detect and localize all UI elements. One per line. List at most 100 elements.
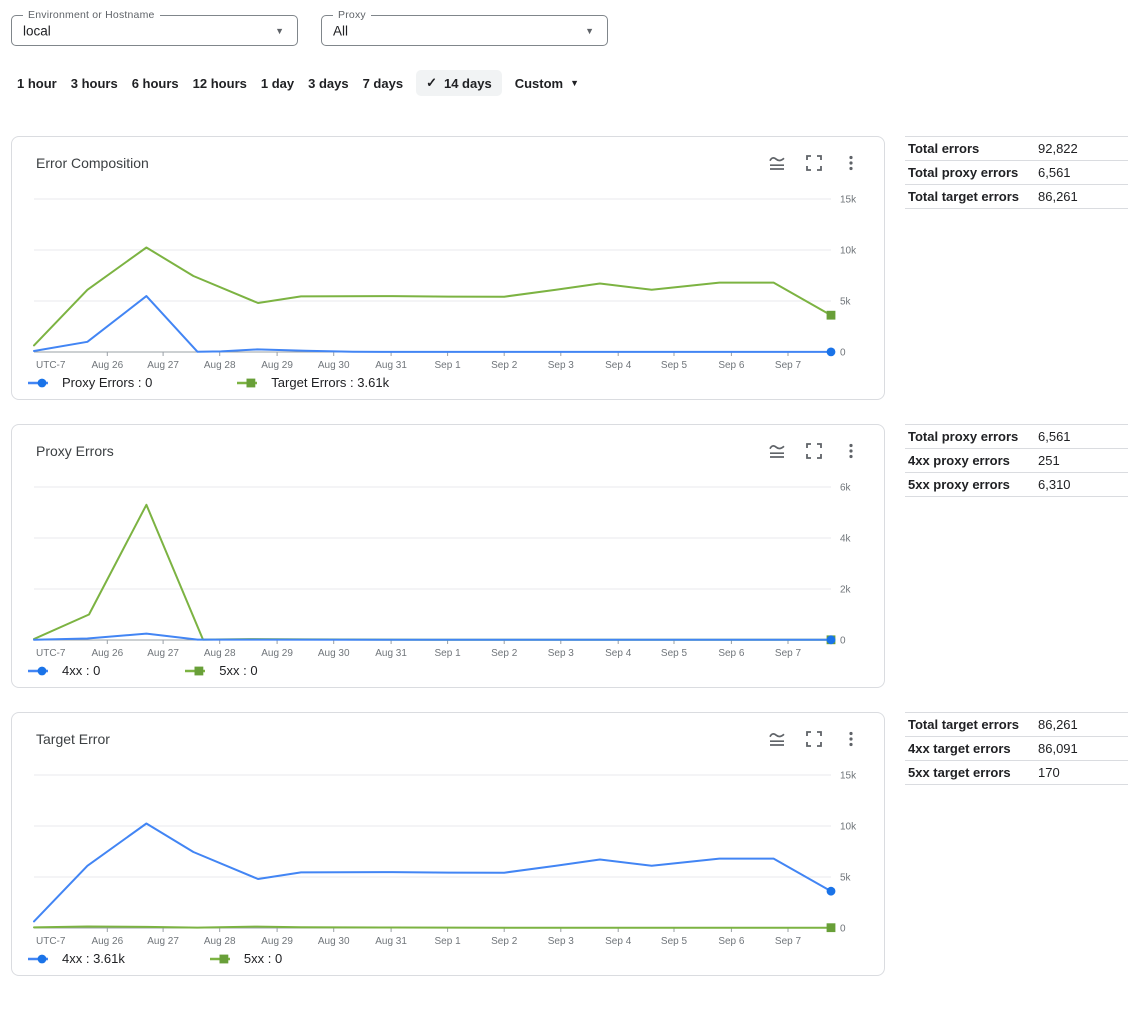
stat-value: 251 bbox=[1038, 453, 1060, 468]
stat-value: 86,261 bbox=[1038, 189, 1078, 204]
chart-title: Error Composition bbox=[36, 155, 149, 171]
target-errors-table: Total target errors86,2614xx target erro… bbox=[905, 712, 1128, 785]
svg-text:Aug 27: Aug 27 bbox=[147, 360, 179, 371]
time-option-3-hours[interactable]: 3 hours bbox=[64, 71, 125, 96]
time-option-6-hours[interactable]: 6 hours bbox=[125, 71, 186, 96]
dropdown-arrow-icon: ▼ bbox=[275, 25, 284, 35]
svg-text:Aug 27: Aug 27 bbox=[147, 936, 179, 947]
svg-text:Aug 31: Aug 31 bbox=[375, 936, 407, 947]
stat-label: Total errors bbox=[908, 141, 1038, 156]
svg-text:Sep 3: Sep 3 bbox=[548, 936, 575, 947]
svg-text:Aug 28: Aug 28 bbox=[204, 936, 236, 947]
stat-label: 5xx target errors bbox=[908, 765, 1038, 780]
svg-text:Aug 29: Aug 29 bbox=[261, 648, 293, 659]
stats-column: Total errors92,822Total proxy errors6,56… bbox=[905, 136, 1128, 1000]
fullscreen-icon[interactable] bbox=[805, 154, 823, 172]
circle-series-marker-icon bbox=[28, 665, 49, 677]
stat-row: Total proxy errors6,561 bbox=[905, 160, 1128, 184]
stat-value: 6,561 bbox=[1038, 165, 1071, 180]
environment-select[interactable]: Environment or Hostname local ▼ bbox=[11, 15, 298, 46]
time-option-label: 14 days bbox=[444, 76, 492, 91]
svg-text:4k: 4k bbox=[840, 534, 852, 545]
svg-text:Sep 4: Sep 4 bbox=[605, 936, 632, 947]
stat-row: Total target errors86,261 bbox=[905, 712, 1128, 736]
time-option-3-days[interactable]: 3 days bbox=[301, 71, 355, 96]
chart-title: Proxy Errors bbox=[36, 443, 114, 459]
legend-item: Proxy Errors : 0 bbox=[28, 375, 152, 390]
legend-label: 4xx : 3.61k bbox=[62, 951, 125, 966]
chart-style-icon[interactable] bbox=[768, 154, 786, 172]
svg-text:Sep 1: Sep 1 bbox=[435, 360, 462, 371]
proxy-errors-stats-block: Total proxy errors6,5614xx proxy errors2… bbox=[905, 424, 1128, 712]
proxy-errors-card: Proxy Errors 02k4k6kAug 26Aug 27Aug 28Au… bbox=[11, 424, 885, 688]
chart-style-icon[interactable] bbox=[768, 442, 786, 460]
stat-label: Total proxy errors bbox=[908, 429, 1038, 444]
error-dashboard-page: Environment or Hostname local ▼ Proxy Al… bbox=[0, 0, 1128, 1010]
legend-label: Target Errors : 3.61k bbox=[271, 375, 389, 390]
svg-text:UTC-7: UTC-7 bbox=[36, 648, 66, 659]
svg-text:Aug 29: Aug 29 bbox=[261, 936, 293, 947]
svg-text:Sep 2: Sep 2 bbox=[491, 936, 518, 947]
card-actions bbox=[768, 154, 860, 172]
stat-label: 4xx proxy errors bbox=[908, 453, 1038, 468]
svg-text:Sep 1: Sep 1 bbox=[435, 936, 462, 947]
svg-text:Aug 28: Aug 28 bbox=[204, 648, 236, 659]
square-series-marker-icon bbox=[237, 377, 258, 389]
stat-label: Total target errors bbox=[908, 717, 1038, 732]
svg-text:10k: 10k bbox=[840, 246, 857, 257]
legend-label: 5xx : 0 bbox=[219, 663, 257, 678]
chart-legend: 4xx : 0 5xx : 0 bbox=[28, 663, 884, 678]
kebab-menu-icon[interactable] bbox=[842, 730, 860, 748]
stat-value: 86,261 bbox=[1038, 717, 1078, 732]
svg-text:Sep 5: Sep 5 bbox=[661, 360, 688, 371]
fullscreen-icon[interactable] bbox=[805, 730, 823, 748]
chart-style-icon[interactable] bbox=[768, 730, 786, 748]
time-option-1-hour[interactable]: 1 hour bbox=[10, 71, 64, 96]
svg-text:15k: 15k bbox=[840, 771, 857, 782]
svg-text:Aug 30: Aug 30 bbox=[318, 648, 350, 659]
legend-item: Target Errors : 3.61k bbox=[237, 375, 389, 390]
kebab-menu-icon[interactable] bbox=[842, 154, 860, 172]
legend-item: 4xx : 0 bbox=[28, 663, 100, 678]
time-option-1-day[interactable]: 1 day bbox=[254, 71, 301, 96]
svg-text:Sep 1: Sep 1 bbox=[435, 648, 462, 659]
card-header: Proxy Errors bbox=[12, 425, 884, 460]
svg-text:Sep 2: Sep 2 bbox=[491, 360, 518, 371]
time-option-14-days[interactable]: ✓14 days bbox=[416, 70, 502, 96]
environment-select-label: Environment or Hostname bbox=[23, 9, 160, 21]
time-option-12-hours[interactable]: 12 hours bbox=[186, 71, 254, 96]
svg-text:Sep 7: Sep 7 bbox=[775, 360, 802, 371]
stat-value: 6,310 bbox=[1038, 477, 1071, 492]
svg-text:Sep 5: Sep 5 bbox=[661, 936, 688, 947]
stat-label: 4xx target errors bbox=[908, 741, 1038, 756]
legend-item: 4xx : 3.61k bbox=[28, 951, 125, 966]
svg-text:Aug 30: Aug 30 bbox=[318, 360, 350, 371]
proxy-select[interactable]: Proxy All ▼ bbox=[321, 15, 608, 46]
svg-text:Aug 26: Aug 26 bbox=[91, 360, 123, 371]
stat-value: 170 bbox=[1038, 765, 1060, 780]
legend-item: 5xx : 0 bbox=[210, 951, 282, 966]
legend-label: Proxy Errors : 0 bbox=[62, 375, 152, 390]
legend-item: 5xx : 0 bbox=[185, 663, 257, 678]
svg-text:Sep 2: Sep 2 bbox=[491, 648, 518, 659]
environment-select-value: local bbox=[23, 23, 51, 38]
svg-text:5k: 5k bbox=[840, 873, 852, 884]
svg-text:UTC-7: UTC-7 bbox=[36, 936, 66, 947]
stat-row: Total proxy errors6,561 bbox=[905, 424, 1128, 448]
dropdown-arrow-icon: ▼ bbox=[585, 25, 594, 35]
stat-value: 6,561 bbox=[1038, 429, 1071, 444]
kebab-menu-icon[interactable] bbox=[842, 442, 860, 460]
svg-text:Sep 3: Sep 3 bbox=[548, 360, 575, 371]
target-errors-stats-block: Total target errors86,2614xx target erro… bbox=[905, 712, 1128, 1000]
svg-text:Sep 5: Sep 5 bbox=[661, 648, 688, 659]
time-option-label: Custom bbox=[515, 76, 563, 91]
svg-text:2k: 2k bbox=[840, 585, 852, 596]
fullscreen-icon[interactable] bbox=[805, 442, 823, 460]
svg-text:Aug 30: Aug 30 bbox=[318, 936, 350, 947]
time-option-custom[interactable]: Custom▼ bbox=[508, 71, 586, 96]
svg-text:0: 0 bbox=[840, 348, 846, 359]
time-option-7-days[interactable]: 7 days bbox=[356, 71, 410, 96]
svg-text:UTC-7: UTC-7 bbox=[36, 360, 66, 371]
time-option-label: 1 day bbox=[261, 76, 294, 91]
svg-text:Sep 7: Sep 7 bbox=[775, 648, 802, 659]
